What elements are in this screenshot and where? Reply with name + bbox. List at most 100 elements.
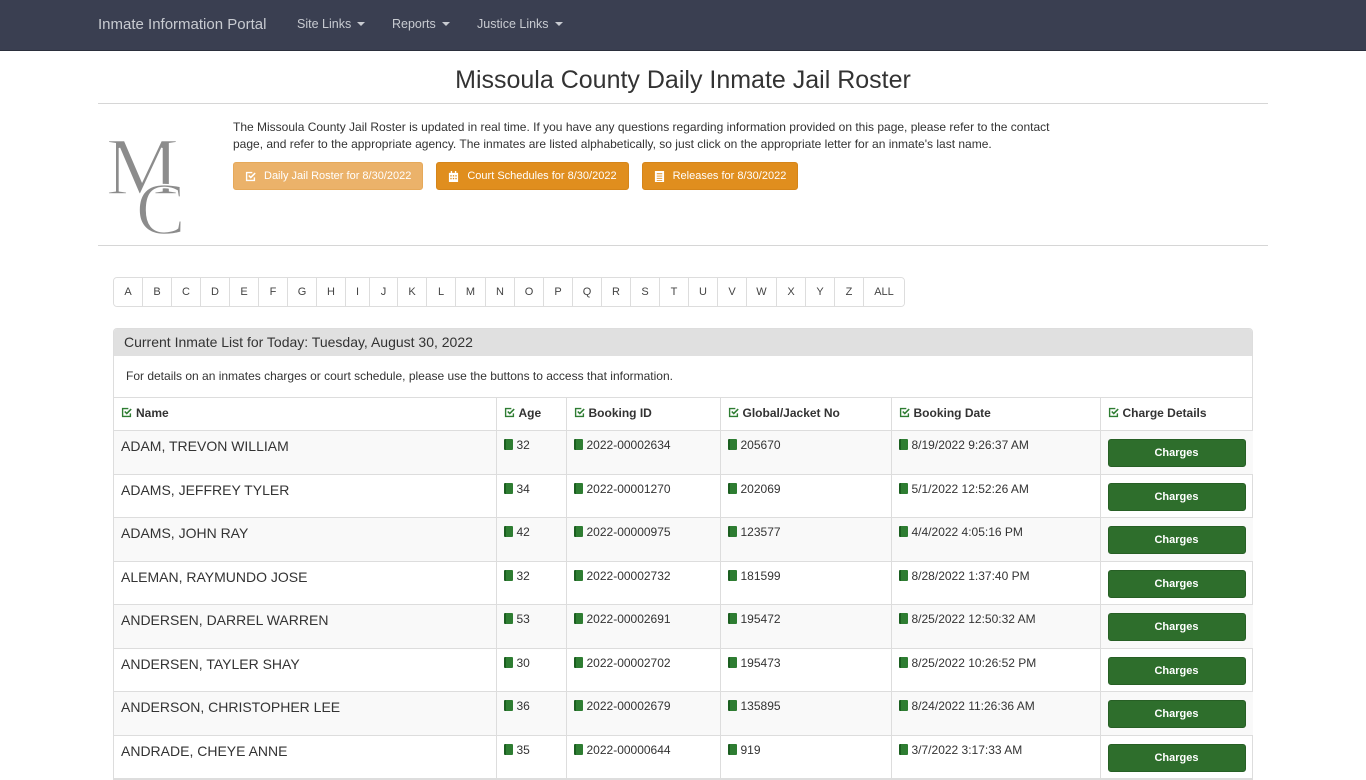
cell-charge-details: Charges (1099, 560, 1253, 605)
cell-booking-id: 2022-00000644 (565, 734, 721, 779)
jacket-no-value: 181599 (740, 568, 781, 583)
age-value: 32 (516, 568, 530, 583)
nav-site-links-dropdown[interactable]: Site Links (297, 17, 366, 31)
cell-charge-details: Charges (1099, 647, 1253, 692)
booking-date-value: 8/19/2022 9:26:37 AM (911, 438, 1029, 452)
letter-w-link[interactable]: W (747, 278, 777, 306)
letter-t-link[interactable]: T (660, 278, 689, 306)
nav-label: Reports (392, 17, 436, 31)
court-schedules-button[interactable]: Court Schedules for 8/30/2022 (436, 162, 629, 190)
column-label: Booking ID (588, 406, 652, 420)
cell-name: ADAMS, JOHN RAY (114, 517, 497, 562)
letter-s-link[interactable]: S (631, 278, 660, 306)
book-icon (503, 482, 513, 494)
charges-button[interactable]: Charges (1107, 439, 1246, 467)
charges-button[interactable]: Charges (1107, 569, 1246, 598)
book-icon (573, 613, 583, 624)
charges-button[interactable]: Charges (1107, 482, 1246, 511)
book-icon (727, 526, 737, 537)
letter-r-link[interactable]: R (602, 278, 631, 306)
letter-l-link[interactable]: L (427, 278, 456, 306)
cell-age: 36 (495, 691, 567, 736)
letter-z-link[interactable]: Z (835, 278, 864, 306)
cell-jacket-no: 135895 (719, 691, 892, 736)
column-header-booking-id: Booking ID (565, 397, 721, 431)
jacket-no-value: 202069 (740, 481, 781, 496)
daily-jail-roster-button[interactable]: Daily Jail Roster for 8/30/2022 (233, 162, 424, 190)
jacket-no-value: 205670 (740, 438, 781, 452)
cell-booking-date: 4/4/2022 4:05:16 PM (890, 517, 1101, 562)
panel-note: For details on an inmates charges or cou… (126, 369, 673, 383)
letter-e-link[interactable]: E (230, 278, 259, 306)
letter-d-link[interactable]: D (201, 278, 230, 306)
letter-b-link[interactable]: B (143, 278, 172, 306)
check-square-icon (504, 407, 515, 418)
column-label: Booking Date (913, 406, 991, 420)
book-icon (503, 526, 513, 537)
booking-date-value: 8/25/2022 12:50:32 AM (911, 612, 1036, 626)
letter-y-link[interactable]: Y (806, 278, 835, 306)
button-label: Court Schedules for 8/30/2022 (467, 170, 617, 182)
letter-u-link[interactable]: U (689, 278, 718, 306)
cell-age: 32 (495, 430, 567, 475)
releases-button[interactable]: Releases for 8/30/2022 (641, 162, 799, 190)
inmate-name: ANDERSEN, TAYLER SHAY (121, 655, 300, 672)
button-label: Releases for 8/30/2022 (672, 170, 787, 182)
letter-v-link[interactable]: V (718, 278, 747, 306)
table-header-row: Name Age Booking ID Global/Jacket No Booking… (114, 397, 1253, 431)
letter-m-link[interactable]: M (456, 278, 486, 306)
cell-jacket-no: 195472 (719, 604, 892, 649)
cell-age: 34 (495, 473, 567, 518)
letter-x-link[interactable]: X (777, 278, 806, 306)
book-icon (573, 656, 583, 668)
svg-text:C: C (136, 169, 185, 238)
book-icon (898, 613, 908, 624)
letter-g-link[interactable]: G (288, 278, 317, 306)
divider (98, 245, 1268, 246)
letter-i-link[interactable]: I (346, 278, 370, 306)
check-square-icon (245, 171, 256, 181)
booking-id-value: 2022-00000975 (586, 525, 671, 539)
letter-q-link[interactable]: Q (573, 278, 602, 306)
check-square-icon (728, 407, 739, 418)
cell-name: ADAMS, JEFFREY TYLER (114, 473, 497, 518)
charges-button[interactable]: Charges (1107, 613, 1246, 641)
alphabet-pagination: A B C D E F G H I J K L M N O P Q R S T U V W X Y Z ALL (113, 277, 905, 307)
divider (98, 103, 1268, 104)
letter-n-link[interactable]: N (486, 278, 515, 306)
age-value: 35 (516, 742, 530, 757)
letter-a-link[interactable]: A (114, 278, 143, 306)
book-icon (898, 569, 908, 581)
inmate-name: ADAMS, JEFFREY TYLER (121, 481, 290, 498)
letter-o-link[interactable]: O (515, 278, 544, 306)
book-icon (727, 700, 737, 711)
booking-date-value: 8/24/2022 11:26:36 AM (911, 699, 1035, 713)
letter-k-link[interactable]: K (398, 278, 427, 306)
booking-date-value: 4/4/2022 4:05:16 PM (911, 525, 1023, 539)
inmate-name: ALEMAN, RAYMUNDO JOSE (121, 568, 308, 585)
column-label: Name (136, 406, 169, 420)
charges-button[interactable]: Charges (1107, 656, 1246, 685)
letter-all-link[interactable]: ALL (864, 278, 904, 306)
jacket-no-value: 135895 (740, 699, 781, 713)
letter-h-link[interactable]: H (317, 278, 346, 306)
charges-button[interactable]: Charges (1107, 700, 1246, 728)
letter-p-link[interactable]: P (544, 278, 573, 306)
letter-f-link[interactable]: F (259, 278, 288, 306)
age-value: 53 (516, 612, 530, 626)
brand-link[interactable]: Inmate Information Portal (98, 16, 266, 33)
book-icon (898, 526, 908, 537)
column-header-jacket-no: Global/Jacket No (719, 397, 892, 431)
charges-button[interactable]: Charges (1107, 526, 1246, 554)
letter-c-link[interactable]: C (172, 278, 201, 306)
check-square-icon (574, 407, 585, 418)
booking-date-value: 3/7/2022 3:17:33 AM (911, 742, 1023, 757)
cell-jacket-no: 123577 (719, 517, 892, 562)
cell-charge-details: Charges (1099, 517, 1253, 562)
charges-button[interactable]: Charges (1107, 743, 1246, 772)
booking-date-value: 5/1/2022 12:52:26 AM (911, 481, 1029, 496)
nav-reports-dropdown[interactable]: Reports (392, 17, 450, 31)
nav-justice-links-dropdown[interactable]: Justice Links (477, 17, 563, 31)
letter-j-link[interactable]: J (370, 278, 398, 306)
book-icon (573, 743, 583, 755)
